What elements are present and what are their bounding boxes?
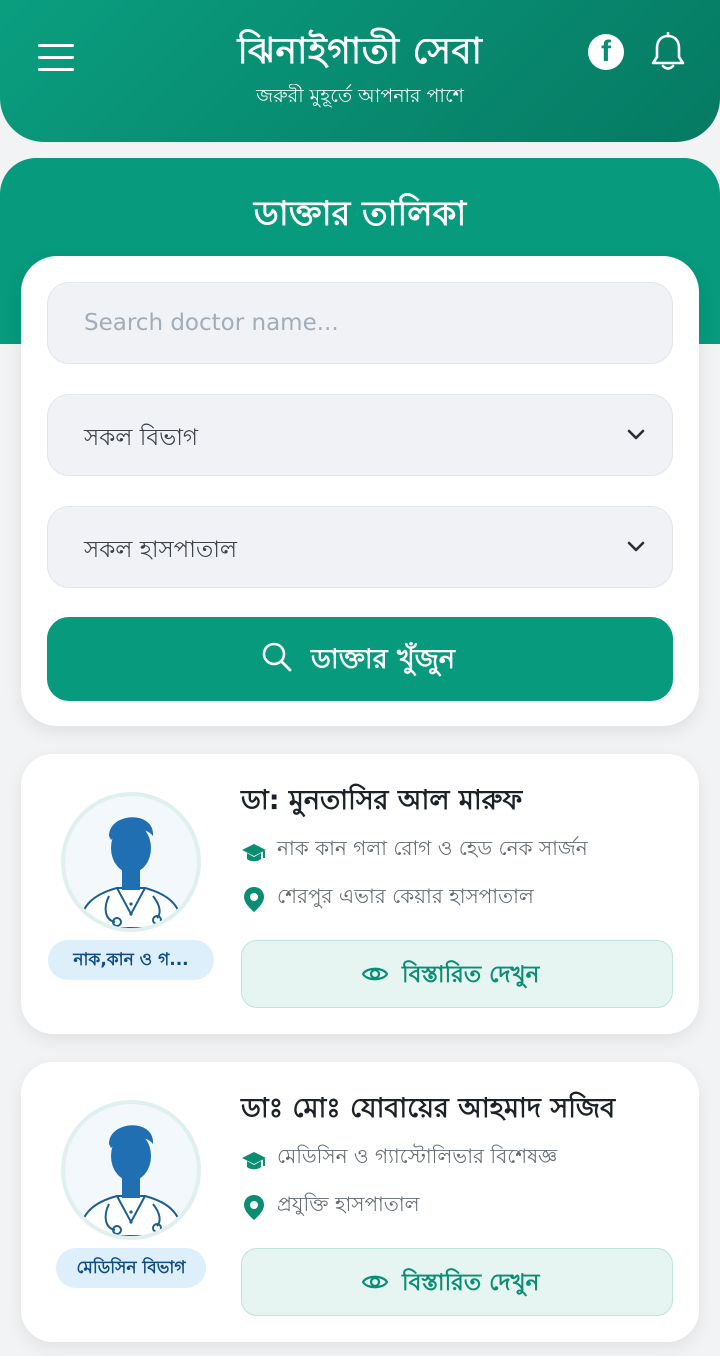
doctor-specialty-row: নাক কান গলা রোগ ও হেড নেক সার্জন: [241, 834, 671, 864]
view-details-button[interactable]: বিস্তারিত দেখুন: [241, 940, 673, 1008]
find-doctor-label: ডাক্তার খুঁজুন: [311, 644, 456, 675]
doctor-specialty-row: মেডিসিন ও গ্যাস্টোলিভার বিশেষজ্ঞ: [241, 1142, 671, 1172]
graduation-cap-icon: [242, 1152, 266, 1170]
doctor-avatar: [61, 1100, 201, 1240]
doctor-card: নাক,কান ও গ... ডা: মুনতাসির আল মারুফ নাক…: [21, 754, 699, 1034]
doctor-name: ডা: মুনতাসির আল মারুফ: [241, 785, 523, 816]
doctor-hospital: প্রযুক্তি হাসপাতাল: [277, 1192, 420, 1216]
doctor-avatar: [61, 792, 201, 932]
find-doctor-button[interactable]: ডাক্তার খুঁজুন: [47, 617, 673, 701]
eye-icon: [362, 1275, 388, 1289]
location-pin-icon: [244, 887, 264, 912]
app-header: ঝিনাইগাতী সেবা জরুরী মুহূর্তে আপনার পাশে…: [0, 0, 720, 142]
hospital-select[interactable]: সকল হাসপাতাল: [47, 506, 673, 588]
search-panel: সকল বিভাগ সকল হাসপাতাল ডাক্তার খুঁজুন: [21, 256, 699, 726]
eye-icon: [362, 967, 388, 981]
facebook-icon[interactable]: f: [588, 34, 624, 70]
department-select-value: সকল বিভাগ: [84, 425, 198, 451]
location-pin-icon: [244, 1195, 264, 1220]
doctor-specialty: নাক কান গলা রোগ ও হেড নেক সার্জন: [277, 836, 588, 860]
search-icon: [262, 642, 292, 672]
doctor-specialty: মেডিসিন ও গ্যাস্টোলিভার বিশেষজ্ঞ: [277, 1144, 558, 1168]
search-field: [47, 282, 673, 364]
view-details-label: বিস্তারিত দেখুন: [402, 1270, 540, 1296]
graduation-cap-icon: [242, 844, 266, 862]
bell-icon[interactable]: [650, 31, 686, 72]
doctor-hospital-row: প্রযুক্তি হাসপাতাল: [241, 1190, 671, 1220]
search-input[interactable]: [48, 283, 672, 363]
doctor-hospital: শেরপুর এভার কেয়ার হাসপাতাল: [277, 884, 534, 908]
doctor-hospital-row: শেরপুর এভার কেয়ার হাসপাতাল: [241, 882, 671, 912]
page-title: ডাক্তার তালিকা: [253, 194, 467, 234]
department-badge: মেডিসিন বিভাগ: [56, 1248, 206, 1288]
department-select[interactable]: সকল বিভাগ: [47, 394, 673, 476]
doctor-name: ডাঃ মোঃ যোবায়ের আহমাদ সজিব: [241, 1093, 616, 1124]
hospital-select-value: সকল হাসপাতাল: [84, 537, 238, 563]
department-badge: নাক,কান ও গ...: [48, 940, 214, 980]
app-subtitle: জরুরী মুহূর্তে আপনার পাশে: [256, 85, 464, 107]
doctor-card: মেডিসিন বিভাগ ডাঃ মোঃ যোবায়ের আহমাদ সজি…: [21, 1062, 699, 1342]
view-details-label: বিস্তারিত দেখুন: [402, 962, 540, 988]
chevron-down-icon: [627, 429, 645, 440]
view-details-button[interactable]: বিস্তারিত দেখুন: [241, 1248, 673, 1316]
chevron-down-icon: [627, 541, 645, 552]
